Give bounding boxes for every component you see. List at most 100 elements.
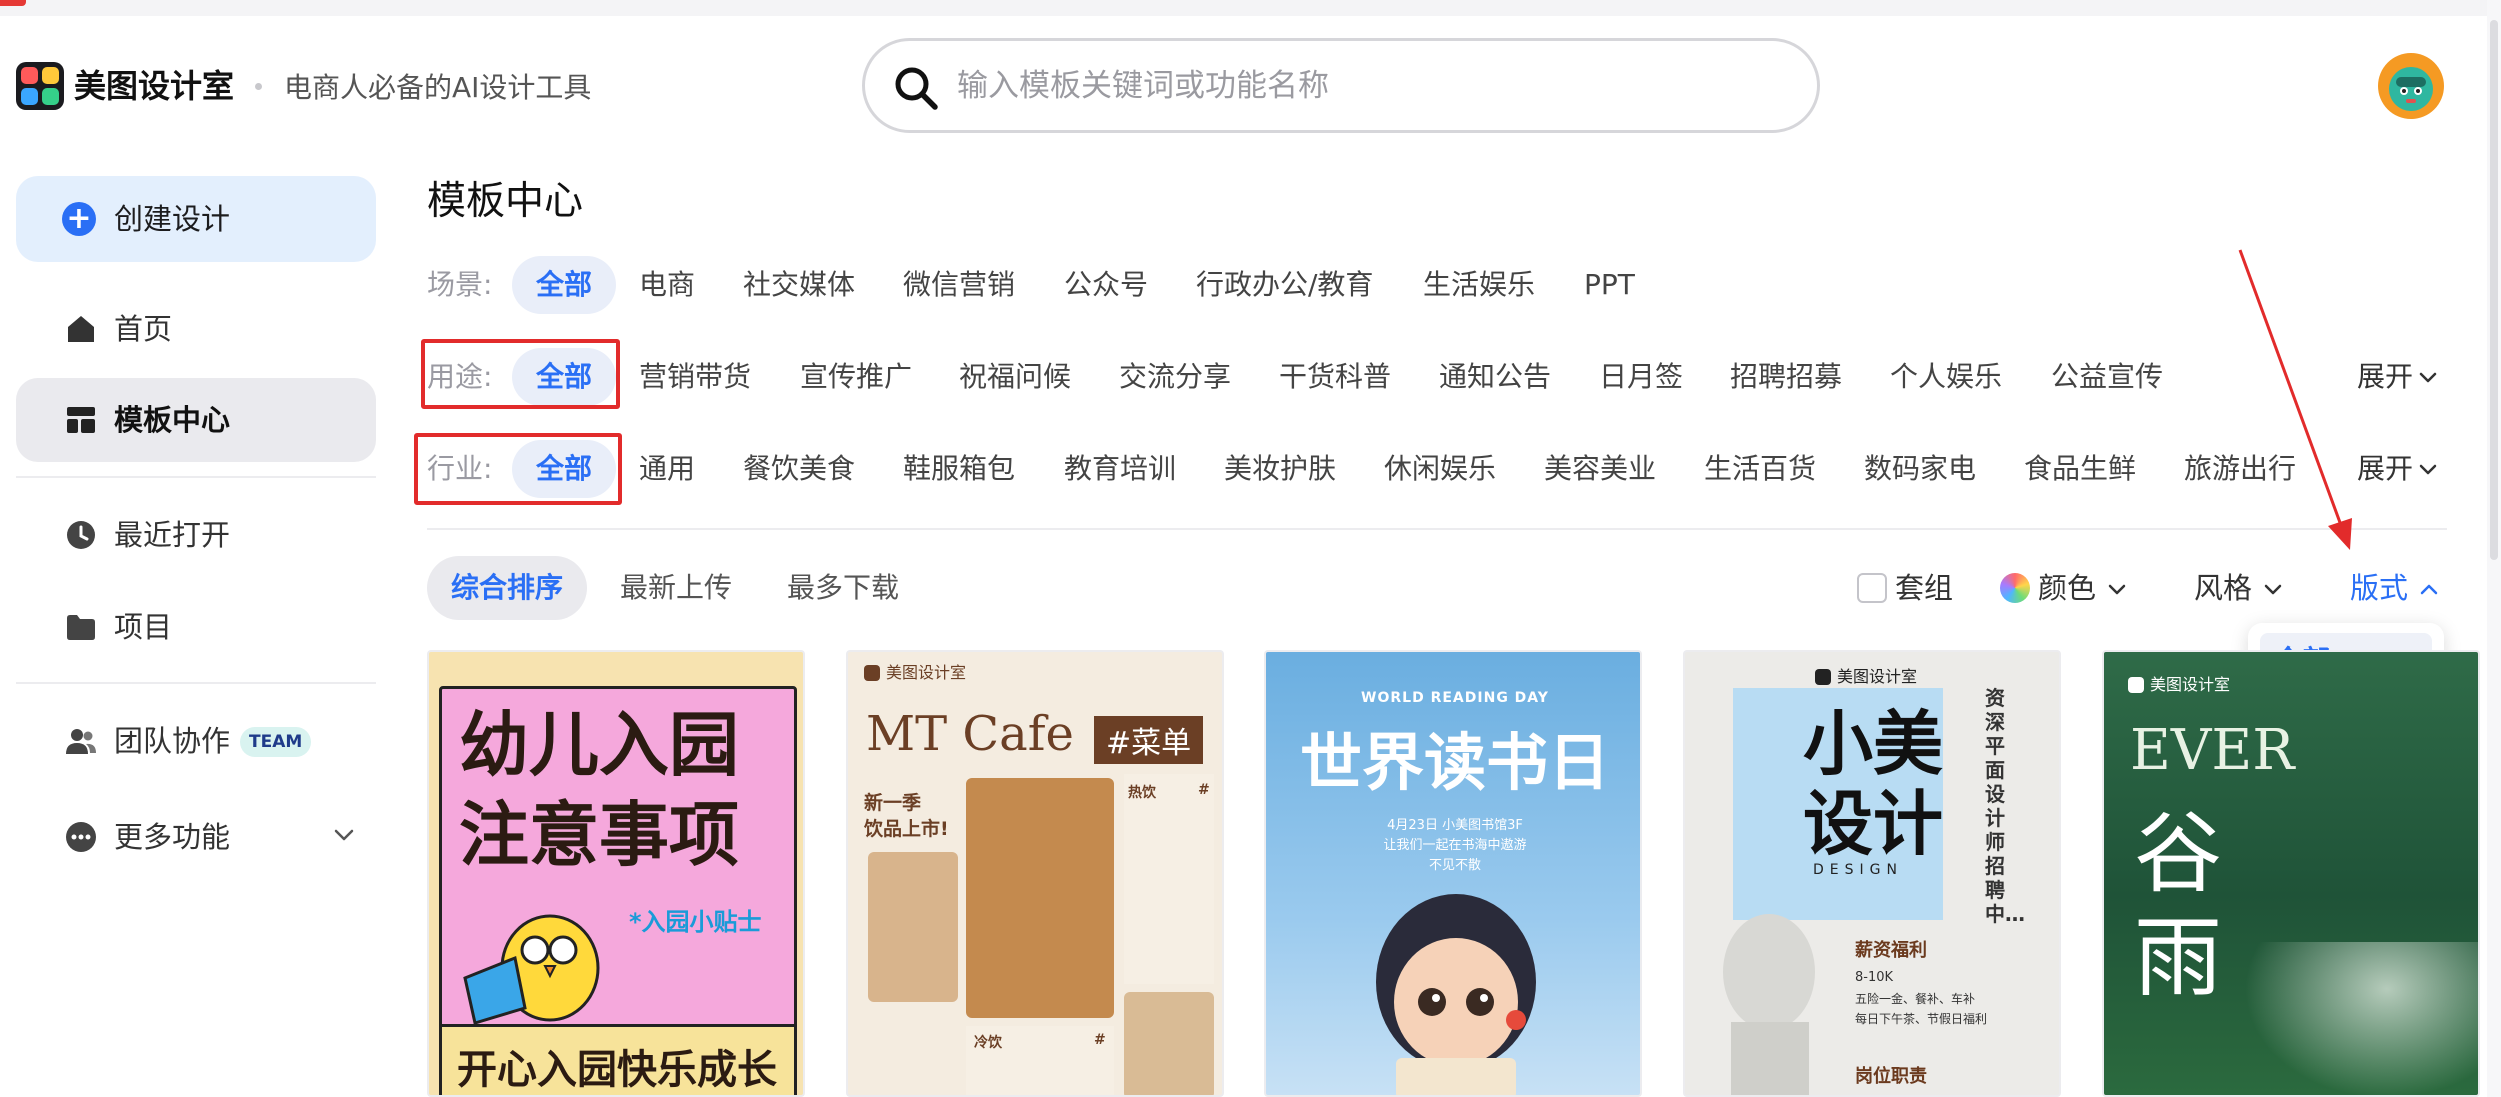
- filter-option-usage-6[interactable]: 通知公告: [1439, 357, 1551, 397]
- top-strip: [0, 0, 2501, 16]
- color-filter-button[interactable]: 颜色: [2000, 568, 2128, 608]
- folder-icon: [67, 615, 95, 640]
- filter-option-industry-3[interactable]: 鞋服箱包: [903, 449, 1015, 489]
- style-label: 风格: [2194, 571, 2253, 605]
- filter-row-industry: 行业: 全部 通用 餐饮美食 鞋服箱包 教育培训 美妆护肤 休闲娱乐 美容美业 …: [427, 438, 2457, 500]
- card-salary-range: 8-10K: [1855, 970, 1894, 985]
- set-checkbox-control[interactable]: 套组: [1857, 568, 1953, 608]
- filter-option-scene-official[interactable]: 公众号: [1064, 265, 1148, 305]
- chevron-down-icon[interactable]: [332, 823, 356, 847]
- chevron-down-icon: [2419, 464, 2437, 475]
- style-filter-button[interactable]: 风格: [2194, 568, 2284, 608]
- template-card-cafe-menu[interactable]: 美图设计室 MT Cafe #菜单 新一季 饮品上市! 热饮 # 冷饮 #: [846, 650, 1224, 1097]
- sidebar-item-recent[interactable]: 最近打开: [16, 493, 376, 577]
- app-slogan: 电商人必备的AI设计工具: [284, 71, 592, 104]
- color-wheel-icon: [2000, 573, 2030, 603]
- template-card-reading-day[interactable]: WORLD READING DAY 世界读书日 4月23日 小美图书馆3F 让我…: [1264, 650, 1642, 1097]
- drink-photo-3: [1124, 992, 1214, 1095]
- filter-option-usage-2[interactable]: 宣传推广: [800, 357, 912, 397]
- card-subtitle-line1: 新一季: [864, 792, 922, 814]
- sidebar-item-label: 最近打开: [114, 518, 231, 552]
- filter-option-usage-7[interactable]: 日月签: [1599, 357, 1683, 397]
- statue-illustration: [1723, 914, 1815, 1095]
- template-icon: [67, 407, 95, 433]
- scrollbar-thumb[interactable]: [2490, 20, 2498, 560]
- card-calligraphy: 谷雨: [2134, 802, 2223, 1009]
- sidebar-item-more[interactable]: 更多功能: [16, 795, 376, 879]
- filter-row-scene: 场景: 全部 电商 社交媒体 微信营销 公众号 行政办公/教育 生活娱乐 PPT: [427, 254, 2457, 316]
- card-title: EVER: [2130, 718, 2295, 783]
- filter-option-scene-ecommerce[interactable]: 电商: [639, 265, 695, 305]
- sort-option-comprehensive[interactable]: 综合排序: [427, 556, 588, 620]
- create-design-button[interactable]: + 创建设计: [16, 176, 376, 262]
- sidebar-item-label: 更多功能: [114, 820, 231, 854]
- highlight-box-industry: [414, 433, 622, 505]
- search-icon[interactable]: [893, 65, 939, 111]
- mist-layer: [2244, 942, 2478, 1095]
- search-bar[interactable]: [862, 38, 1820, 133]
- sort-bar: 综合排序 最新上传 最多下载 套组 颜色 风格 版式: [427, 556, 2457, 620]
- user-avatar[interactable]: [2378, 53, 2444, 119]
- menu-section-cold: 冷饮: [974, 1035, 1002, 1051]
- filter-option-usage-10[interactable]: 公益宣传: [2051, 357, 2163, 397]
- filter-option-industry-2[interactable]: 餐饮美食: [743, 449, 855, 489]
- filter-option-industry-7[interactable]: 美容美业: [1544, 449, 1656, 489]
- filter-option-usage-8[interactable]: 招聘招募: [1730, 357, 1842, 397]
- card-kicker: WORLD READING DAY: [1361, 690, 1549, 706]
- filter-option-industry-11[interactable]: 旅游出行: [2184, 449, 2296, 489]
- filter-option-usage-4[interactable]: 交流分享: [1119, 357, 1231, 397]
- filter-option-industry-5[interactable]: 美妆护肤: [1224, 449, 1336, 489]
- template-card-kindergarten[interactable]: 幼儿入园 注意事项 *入园小贴士 开心入园快乐成长: [427, 650, 805, 1097]
- card-title-line1: 幼儿入园: [459, 704, 739, 786]
- app-logo[interactable]: [16, 62, 64, 110]
- expand-industry-button[interactable]: 展开: [2357, 449, 2439, 489]
- filter-option-industry-10[interactable]: 食品生鲜: [2024, 449, 2136, 489]
- template-card-guyu[interactable]: 美图设计室 EVER 谷雨: [2102, 650, 2480, 1097]
- template-card-recruit[interactable]: 美图设计室 小美 设计 DESIGN 资深平面设计师招聘中… 薪资福利 8-10…: [1683, 650, 2061, 1097]
- filter-option-usage-5[interactable]: 干货科普: [1279, 357, 1391, 397]
- sidebar-divider: [16, 682, 376, 684]
- filter-option-industry-4[interactable]: 教育培训: [1064, 449, 1176, 489]
- filter-option-scene-ppt[interactable]: PPT: [1584, 265, 1635, 305]
- card-title-line2: 设计: [1803, 783, 1943, 865]
- menu-section-hot: 热饮: [1128, 785, 1156, 801]
- filter-option-industry-1[interactable]: 通用: [639, 449, 695, 489]
- filter-separator: [427, 528, 2447, 530]
- filter-option-scene-wechat[interactable]: 微信营销: [903, 265, 1015, 305]
- sort-option-downloads[interactable]: 最多下载: [787, 556, 899, 620]
- filter-option-scene-all[interactable]: 全部: [512, 256, 617, 314]
- sidebar-item-home[interactable]: 首页: [16, 287, 376, 371]
- card-title-line2: 注意事项: [459, 794, 739, 876]
- sidebar-item-label: 模板中心: [114, 403, 231, 437]
- layout-filter-button[interactable]: 版式: [2350, 568, 2440, 608]
- sidebar-item-team[interactable]: 团队协作 TEAM: [16, 699, 376, 783]
- scrollbar[interactable]: [2487, 0, 2501, 1097]
- clock-icon: [67, 521, 95, 549]
- filter-option-scene-social[interactable]: 社交媒体: [743, 265, 855, 305]
- page-title: 模板中心: [427, 179, 584, 224]
- search-input[interactable]: [957, 61, 1777, 111]
- card-brand: 美图设计室: [864, 662, 966, 684]
- create-design-label: 创建设计: [114, 202, 231, 236]
- card-duty: 岗位职责: [1855, 1066, 1927, 1087]
- drink-photo-2: [966, 778, 1114, 1018]
- plus-icon: +: [62, 202, 96, 236]
- filter-option-scene-office[interactable]: 行政办公/教育: [1196, 265, 1373, 305]
- filter-option-industry-6[interactable]: 休闲娱乐: [1384, 449, 1496, 489]
- filter-option-industry-9[interactable]: 数码家电: [1864, 449, 1976, 489]
- filter-option-usage-9[interactable]: 个人娱乐: [1890, 357, 2002, 397]
- app-name[interactable]: 美图设计室: [74, 62, 234, 110]
- expand-label: 展开: [2357, 452, 2414, 485]
- filter-option-usage-3[interactable]: 祝福问候: [959, 357, 1071, 397]
- card-badge: #菜单: [1094, 716, 1204, 764]
- sort-option-newest[interactable]: 最新上传: [620, 556, 732, 620]
- filter-option-usage-1[interactable]: 营销带货: [639, 357, 751, 397]
- chevron-down-icon: [2108, 584, 2126, 595]
- sidebar-item-projects[interactable]: 项目: [16, 585, 376, 669]
- filter-option-industry-8[interactable]: 生活百货: [1704, 449, 1816, 489]
- filter-option-scene-life[interactable]: 生活娱乐: [1423, 265, 1535, 305]
- expand-usage-button[interactable]: 展开: [2357, 357, 2439, 397]
- sidebar-item-template-center[interactable]: 模板中心: [16, 378, 376, 462]
- card-vertical-text: 资深平面设计师招聘中…: [1985, 686, 2025, 926]
- set-checkbox[interactable]: [1857, 573, 1887, 603]
